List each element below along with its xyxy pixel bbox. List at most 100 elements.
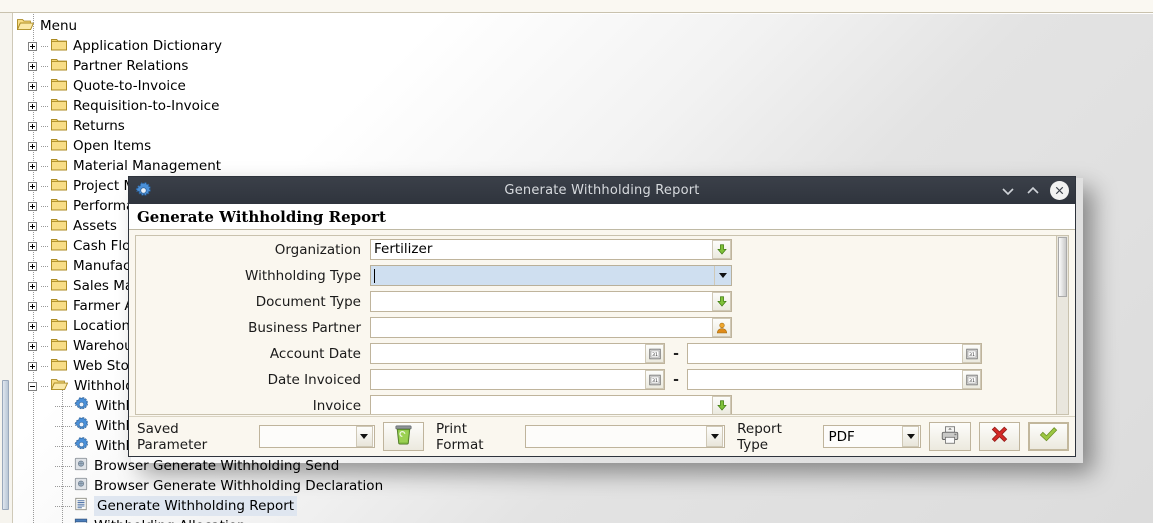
tree-item[interactable]: Material Management xyxy=(13,156,1153,176)
tree-item-label: Requisition-to-Invoice xyxy=(73,98,220,114)
tree-connector xyxy=(41,105,49,107)
parameter-row: Date Invoiced 31 - 31 xyxy=(136,366,1068,392)
calendar-icon[interactable]: 31 xyxy=(962,370,981,389)
expand-toggle-icon[interactable] xyxy=(28,121,37,131)
tree-item[interactable]: Browser Generate Withholding Declaration xyxy=(13,476,1153,496)
expand-toggle-icon[interactable] xyxy=(28,281,37,291)
expand-toggle-icon[interactable] xyxy=(28,141,37,151)
saved-parameter-select[interactable] xyxy=(258,425,375,448)
folder-closed-icon xyxy=(51,218,67,235)
tree-item[interactable]: Requisition-to-Invoice xyxy=(13,96,1153,116)
chevron-down-icon[interactable] xyxy=(1000,183,1016,199)
window-icon xyxy=(74,517,88,523)
parameter-input-account-date[interactable]: 31 xyxy=(370,343,665,364)
parameter-row: Withholding Type xyxy=(136,262,1068,288)
expand-toggle-icon[interactable] xyxy=(28,221,37,231)
print-format-label: Print Format xyxy=(435,420,484,453)
green-arrow-down-icon[interactable] xyxy=(712,240,731,259)
delete-saved-parameter-button[interactable] xyxy=(382,422,424,451)
chevron-down-icon[interactable] xyxy=(706,426,724,447)
dialog-footer-toolbar[interactable]: Saved Parameter Print Format Report Type… xyxy=(129,416,1075,456)
expand-toggle-icon[interactable] xyxy=(28,41,37,51)
parameters-scrollbar[interactable] xyxy=(1056,236,1068,414)
folder-closed-icon xyxy=(51,78,67,95)
parameter-input-business-partner[interactable] xyxy=(370,317,732,338)
tree-item[interactable]: Open Items xyxy=(13,136,1153,156)
tree-item[interactable]: Browser Generate Withholding Send xyxy=(13,456,1153,476)
tree-connector xyxy=(55,505,72,507)
parameter-input-account-date-to[interactable]: 31 xyxy=(687,343,982,364)
folder-closed-icon xyxy=(51,278,67,295)
expand-toggle-icon[interactable] xyxy=(28,161,37,171)
tree-item[interactable]: Partner Relations xyxy=(13,56,1153,76)
tree-connector xyxy=(41,85,49,87)
tree-item[interactable]: Returns xyxy=(13,116,1153,136)
expand-toggle-icon[interactable] xyxy=(28,181,37,191)
expand-toggle-icon[interactable] xyxy=(28,81,37,91)
tree-item[interactable]: Menu xyxy=(13,16,1153,36)
ok-button[interactable] xyxy=(1027,422,1069,451)
expand-toggle-icon[interactable] xyxy=(28,201,37,211)
parameter-value: Fertilizer xyxy=(374,241,433,257)
green-arrow-down-icon[interactable] xyxy=(712,396,731,414)
expand-toggle-icon[interactable] xyxy=(28,101,37,111)
chevron-down-icon[interactable] xyxy=(355,426,373,447)
print-button[interactable] xyxy=(929,422,971,451)
expand-toggle-icon[interactable] xyxy=(28,61,37,71)
parameter-input-date-invoiced-to[interactable]: 31 xyxy=(687,369,982,390)
expand-toggle-icon[interactable] xyxy=(28,361,37,371)
parameter-input-document-type[interactable] xyxy=(370,291,732,312)
close-icon[interactable] xyxy=(1050,181,1069,200)
folder-closed-icon xyxy=(51,158,67,175)
outer-vertical-scrollbar[interactable] xyxy=(0,13,13,523)
report-type-label: Report Type xyxy=(737,420,782,453)
tree-item-label: Assets xyxy=(73,218,117,234)
tree-item-selected[interactable]: Generate Withholding Report xyxy=(13,496,1153,516)
collapse-toggle-icon[interactable] xyxy=(28,381,37,391)
chevron-down-icon[interactable] xyxy=(902,426,920,447)
folder-closed-icon xyxy=(51,118,67,135)
print-format-select[interactable] xyxy=(525,425,726,448)
parameter-row: Document Type xyxy=(136,288,1068,314)
tree-item-label: Quote-to-Invoice xyxy=(73,78,186,94)
green-arrow-down-icon[interactable] xyxy=(712,292,731,311)
expand-toggle-icon[interactable] xyxy=(28,241,37,251)
browser-icon xyxy=(74,457,88,475)
chevron-down-icon[interactable] xyxy=(714,266,731,285)
saved-parameter-label: Saved Parameter xyxy=(137,420,208,453)
range-separator: - xyxy=(673,371,679,388)
chevron-up-icon[interactable] xyxy=(1025,183,1041,199)
expand-toggle-icon[interactable] xyxy=(28,301,37,311)
parameter-row: Business Partner xyxy=(136,314,1068,340)
generate-withholding-report-dialog[interactable]: Generate Withholding Report Generate Wit… xyxy=(128,176,1076,457)
expand-toggle-icon[interactable] xyxy=(28,341,37,351)
tree-connector xyxy=(41,325,49,327)
cancel-button[interactable] xyxy=(978,422,1020,451)
expand-toggle-icon[interactable] xyxy=(28,261,37,271)
tree-item-label: Application Dictionary xyxy=(73,38,222,54)
scrollbar-thumb[interactable] xyxy=(2,380,9,510)
tree-item-label: Returns xyxy=(73,118,125,134)
tree-item-label: Menu xyxy=(40,18,78,34)
dialog-titlebar[interactable]: Generate Withholding Report xyxy=(129,177,1075,204)
scrollbar-thumb[interactable] xyxy=(1058,237,1067,297)
calendar-icon[interactable]: 31 xyxy=(645,344,664,363)
tree-item[interactable]: Quote-to-Invoice xyxy=(13,76,1153,96)
tree-item[interactable]: Withholding Allocation xyxy=(13,516,1153,523)
parameter-input-invoice[interactable] xyxy=(370,395,732,414)
parameter-row: Invoice xyxy=(136,392,1068,414)
folder-closed-icon xyxy=(51,298,67,315)
tree-item-label: Browser Generate Withholding Declaration xyxy=(94,478,384,494)
report-type-select[interactable]: PDF xyxy=(823,425,922,448)
parameter-input-date-invoiced[interactable]: 31 xyxy=(370,369,665,390)
business-partner-icon[interactable] xyxy=(712,318,731,337)
tree-item[interactable]: Application Dictionary xyxy=(13,36,1153,56)
tree-item-label: Withholding Allocation xyxy=(94,516,246,523)
folder-closed-icon xyxy=(51,98,67,115)
expand-toggle-icon[interactable] xyxy=(28,321,37,331)
parameter-input-withholding-type[interactable] xyxy=(370,265,732,286)
parameter-input-organization[interactable]: Fertilizer xyxy=(370,239,732,260)
calendar-icon[interactable]: 31 xyxy=(962,344,981,363)
calendar-icon[interactable]: 31 xyxy=(645,370,664,389)
folder-closed-icon xyxy=(51,178,67,195)
